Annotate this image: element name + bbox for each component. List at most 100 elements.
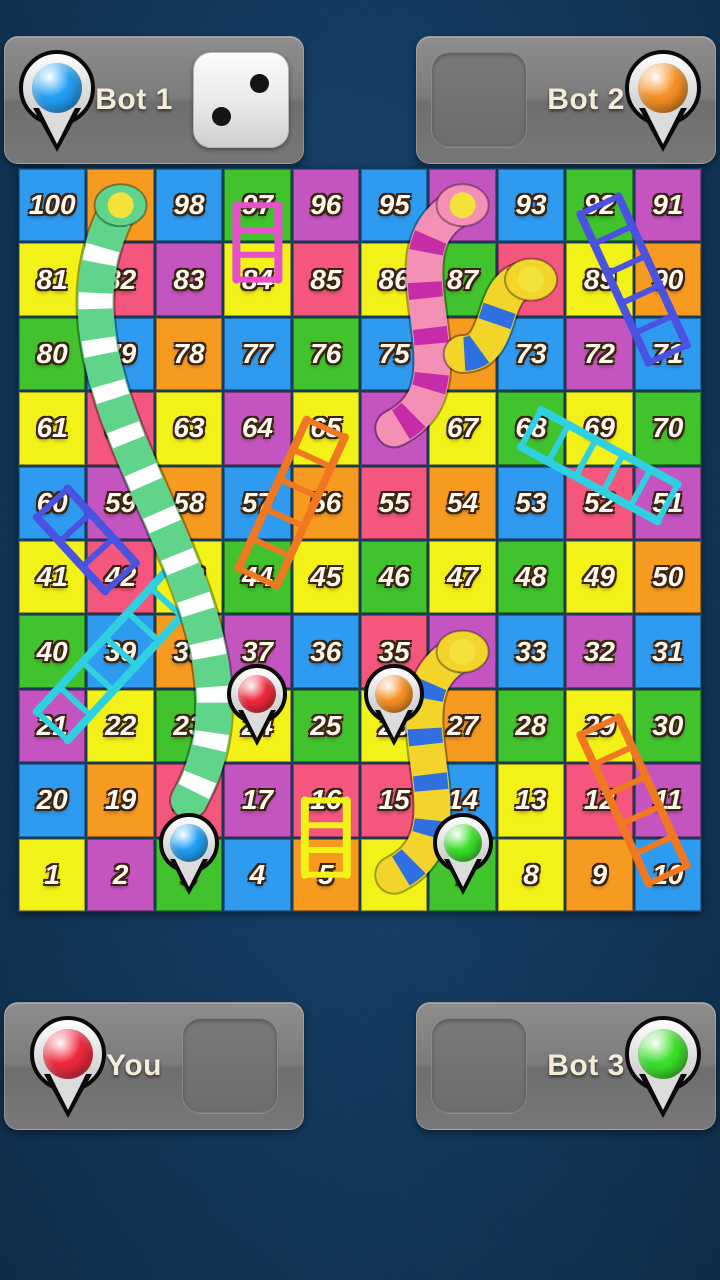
board-cell-38[interactable]: 38 bbox=[155, 615, 223, 688]
board-cell-52[interactable]: 52 bbox=[566, 466, 633, 539]
board-cell-40[interactable]: 40 bbox=[19, 615, 86, 688]
board-cell-94[interactable]: 94 bbox=[429, 169, 496, 242]
board-cell-90[interactable]: 90 bbox=[634, 243, 701, 316]
board-cell-21[interactable]: 21 bbox=[19, 689, 86, 763]
board-cell-6[interactable]: 6 bbox=[361, 838, 428, 911]
board-cell-86[interactable]: 86 bbox=[361, 243, 428, 316]
board-cell-91[interactable]: 91 bbox=[634, 169, 701, 242]
board-cell-25[interactable]: 25 bbox=[292, 689, 359, 763]
board-cell-59[interactable]: 59 bbox=[87, 466, 154, 539]
board-cell-16[interactable]: 16 bbox=[292, 764, 359, 837]
board-cell-96[interactable]: 96 bbox=[292, 169, 359, 242]
board-cell-92[interactable]: 92 bbox=[566, 169, 633, 242]
board-cell-8[interactable]: 8 bbox=[497, 838, 565, 911]
board-cell-56[interactable]: 56 bbox=[292, 466, 359, 539]
board-cell-37[interactable]: 37 bbox=[224, 615, 291, 688]
board-cell-22[interactable]: 22 bbox=[87, 689, 154, 763]
board-cell-30[interactable]: 30 bbox=[634, 689, 701, 763]
player-panel-bot1[interactable]: Bot 1 bbox=[4, 36, 304, 164]
board-cell-27[interactable]: 27 bbox=[429, 689, 496, 763]
player-panel-bot3[interactable]: Bot 3 bbox=[416, 1002, 716, 1130]
board-cell-81[interactable]: 81 bbox=[19, 243, 86, 316]
board-cell-35[interactable]: 35 bbox=[361, 615, 428, 688]
board-cell-54[interactable]: 54 bbox=[429, 466, 496, 539]
board-cell-18[interactable]: 18 bbox=[155, 764, 223, 837]
player-panel-you[interactable]: You bbox=[4, 1002, 304, 1130]
board-cell-87[interactable]: 87 bbox=[429, 243, 496, 316]
board-cell-88[interactable]: 88 bbox=[497, 243, 565, 316]
board-cell-57[interactable]: 57 bbox=[224, 466, 291, 539]
board-cell-62[interactable]: 62 bbox=[87, 392, 154, 465]
board-cell-65[interactable]: 65 bbox=[292, 392, 359, 465]
board-cell-63[interactable]: 63 bbox=[155, 392, 223, 465]
board-cell-2[interactable]: 2 bbox=[87, 838, 154, 911]
board-cell-60[interactable]: 60 bbox=[19, 466, 86, 539]
board-cell-66[interactable]: 66 bbox=[361, 392, 428, 465]
board-cell-19[interactable]: 19 bbox=[87, 764, 154, 837]
board-cell-78[interactable]: 78 bbox=[155, 317, 223, 391]
board-cell-36[interactable]: 36 bbox=[292, 615, 359, 688]
board-cell-53[interactable]: 53 bbox=[497, 466, 565, 539]
board-cell-48[interactable]: 48 bbox=[497, 541, 565, 614]
board-cell-50[interactable]: 50 bbox=[634, 541, 701, 614]
board-cell-69[interactable]: 69 bbox=[566, 392, 633, 465]
board-cell-3[interactable]: 3 bbox=[155, 838, 223, 911]
board-cell-7[interactable]: 7 bbox=[429, 838, 496, 911]
board-cell-33[interactable]: 33 bbox=[497, 615, 565, 688]
board-cell-46[interactable]: 46 bbox=[361, 541, 428, 614]
board-cell-85[interactable]: 85 bbox=[292, 243, 359, 316]
game-board[interactable]: 100 99 98 97 96 95 94 93 92 91 81 82 83 84 85 86 87 88 89 9… bbox=[18, 168, 702, 912]
board-cell-68[interactable]: 68 bbox=[497, 392, 565, 465]
board-cell-64[interactable]: 64 bbox=[224, 392, 291, 465]
board-cell-32[interactable]: 32 bbox=[566, 615, 633, 688]
board-cell-89[interactable]: 89 bbox=[566, 243, 633, 316]
board-cell-97[interactable]: 97 bbox=[224, 169, 291, 242]
player-panel-bot2[interactable]: Bot 2 bbox=[416, 36, 716, 164]
board-cell-70[interactable]: 70 bbox=[634, 392, 701, 465]
board-cell-99[interactable]: 99 bbox=[87, 169, 154, 242]
board-cell-74[interactable]: 74 bbox=[429, 317, 496, 391]
board-cell-80[interactable]: 80 bbox=[19, 317, 86, 391]
board-cell-93[interactable]: 93 bbox=[497, 169, 565, 242]
board-cell-20[interactable]: 20 bbox=[19, 764, 86, 837]
dice-bot3[interactable] bbox=[431, 1018, 528, 1114]
board-cell-39[interactable]: 39 bbox=[87, 615, 154, 688]
board-cell-77[interactable]: 77 bbox=[224, 317, 291, 391]
board-cell-75[interactable]: 75 bbox=[361, 317, 428, 391]
board-cell-24[interactable]: 24 bbox=[224, 689, 291, 763]
board-cell-71[interactable]: 71 bbox=[634, 317, 701, 391]
board-cell-79[interactable]: 79 bbox=[87, 317, 154, 391]
board-cell-41[interactable]: 41 bbox=[19, 541, 86, 614]
board-cell-95[interactable]: 95 bbox=[361, 169, 428, 242]
board-cell-11[interactable]: 11 bbox=[634, 764, 701, 837]
dice-bot2[interactable] bbox=[431, 52, 528, 148]
board-cell-34[interactable]: 34 bbox=[429, 615, 496, 688]
board-cell-23[interactable]: 23 bbox=[155, 689, 223, 763]
dice-bot1[interactable] bbox=[192, 52, 289, 148]
board-cell-28[interactable]: 28 bbox=[497, 689, 565, 763]
board-cell-49[interactable]: 49 bbox=[566, 541, 633, 614]
board-cell-100[interactable]: 100 bbox=[19, 169, 86, 242]
board-cell-42[interactable]: 42 bbox=[87, 541, 154, 614]
board-cell-47[interactable]: 47 bbox=[429, 541, 496, 614]
board-cell-13[interactable]: 13 bbox=[497, 764, 565, 837]
board-cell-29[interactable]: 29 bbox=[566, 689, 633, 763]
board-cell-14[interactable]: 14 bbox=[429, 764, 496, 837]
board-cell-51[interactable]: 51 bbox=[634, 466, 701, 539]
board-cell-15[interactable]: 15 bbox=[361, 764, 428, 837]
board-cell-82[interactable]: 82 bbox=[87, 243, 154, 316]
dice-you[interactable] bbox=[181, 1018, 278, 1114]
board-cell-61[interactable]: 61 bbox=[19, 392, 86, 465]
board-cell-17[interactable]: 17 bbox=[224, 764, 291, 837]
board-cell-84[interactable]: 84 bbox=[224, 243, 291, 316]
board-cell-45[interactable]: 45 bbox=[292, 541, 359, 614]
board-cell-10[interactable]: 10 bbox=[634, 838, 701, 911]
board-cell-9[interactable]: 9 bbox=[566, 838, 633, 911]
board-cell-58[interactable]: 58 bbox=[155, 466, 223, 539]
board-cell-72[interactable]: 72 bbox=[566, 317, 633, 391]
board-cell-76[interactable]: 76 bbox=[292, 317, 359, 391]
board-cell-26[interactable]: 26 bbox=[361, 689, 428, 763]
board-cell-5[interactable]: 5 bbox=[292, 838, 359, 911]
board-cell-73[interactable]: 73 bbox=[497, 317, 565, 391]
board-cell-83[interactable]: 83 bbox=[155, 243, 223, 316]
